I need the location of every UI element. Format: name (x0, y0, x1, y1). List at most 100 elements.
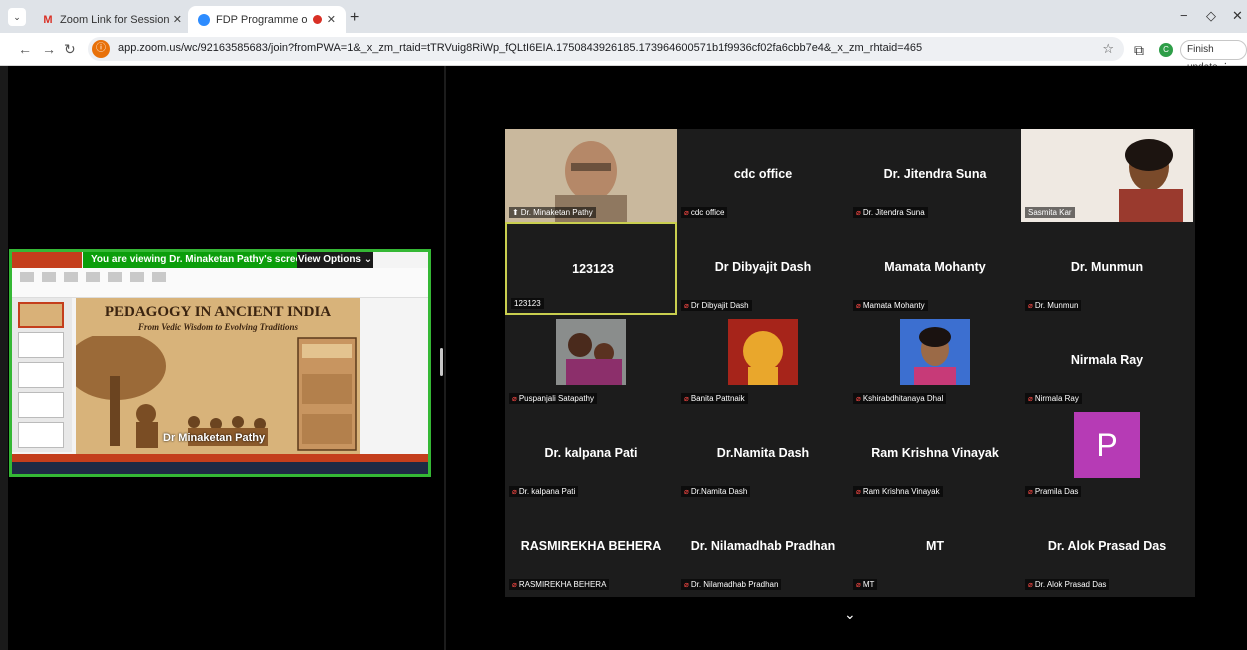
muted-mic-icon: ⌀ (512, 580, 517, 589)
chevron-down-icon[interactable]: ⌄ (844, 606, 856, 623)
participant-tile[interactable]: Dr. Munmun ⌀ Dr. Munmun (1021, 222, 1193, 315)
recording-indicator-icon (312, 15, 322, 24)
muted-mic-icon: ⌀ (512, 487, 517, 496)
windows-taskbar (12, 462, 428, 474)
restore-button[interactable]: ◇ (1206, 8, 1216, 24)
participant-tile[interactable]: MT ⌀ MT (849, 501, 1021, 594)
participant-name-label: ⌀ Nirmala Ray (1025, 393, 1082, 404)
resize-handle[interactable] (440, 348, 443, 376)
slide-thumbnail[interactable] (18, 302, 64, 328)
extensions-icon[interactable]: ⧉ (1134, 42, 1144, 59)
participant-tile[interactable]: P ⌀ Pramila Das (1021, 408, 1193, 501)
participant-tile[interactable]: RASMIREKHA BEHERA ⌀ RASMIREKHA BEHERA (505, 501, 677, 594)
browser-toolbar: ← → ↻ ⓘ app.zoom.us/wc/92163585683/join?… (0, 33, 1247, 73)
participant-tile[interactable]: ⌀ Kshirabdhitanaya Dhal (849, 315, 1021, 408)
ganesha-photo (728, 319, 798, 385)
slide-thumbnail[interactable] (18, 362, 64, 388)
shared-screen[interactable]: You are viewing Dr. Minaketan Pathy's sc… (9, 249, 431, 477)
participant-name-label: Sasmita Kar (1025, 207, 1075, 218)
zoom-icon (198, 13, 210, 26)
muted-mic-icon: ⌀ (512, 394, 517, 403)
participant-tile[interactable]: Dr Dibyajit Dash ⌀ Dr Dibyajit Dash (677, 222, 849, 315)
participant-label-text: Dr. Alok Prasad Das (1034, 580, 1107, 589)
site-info-icon[interactable]: ⓘ (92, 40, 110, 58)
profile-avatar[interactable]: C (1159, 43, 1173, 57)
slide-title: PEDAGOGY IN ANCIENT INDIA (104, 304, 332, 320)
muted-mic-icon: ⌀ (684, 394, 689, 403)
slides-thumbnail-panel (12, 298, 72, 452)
view-options-button[interactable]: View Options ⌄ (297, 252, 373, 268)
participant-display-name: Dr. Jitendra Suna (883, 167, 987, 181)
muted-mic-icon: ⌀ (856, 208, 861, 217)
participant-tile[interactable]: Sasmita Kar (1021, 129, 1193, 222)
participant-tile[interactable]: Dr.Namita Dash ⌀ Dr.Namita Dash (677, 408, 849, 501)
close-icon[interactable]: ✕ (327, 13, 336, 26)
presenter-watermark: Dr Minaketan Pathy (163, 432, 266, 444)
participant-tile[interactable]: 123123 123123 (505, 222, 677, 315)
participant-label-text: Pramila Das (1034, 487, 1079, 496)
address-bar[interactable]: ⓘ app.zoom.us/wc/92163585683/join?fromPW… (88, 37, 1124, 61)
participant-tile[interactable]: Mamata Mohanty ⌀ Mamata Mohanty (849, 222, 1021, 315)
slide-thumbnail[interactable] (18, 332, 64, 358)
finish-update-button[interactable]: Finish update ⋮ (1180, 40, 1247, 73)
viewing-banner-text: You are viewing Dr. Minaketan Pathy's sc… (91, 254, 308, 265)
participant-display-name: RASMIREKHA BEHERA (520, 539, 662, 553)
close-icon[interactable]: ✕ (173, 13, 182, 26)
participant-label-text: cdc office (690, 208, 725, 217)
participant-name-label: ⌀ Puspanjali Satapathy (509, 393, 597, 404)
participant-tile[interactable]: Dr. kalpana Pati ⌀ Dr. kalpana Pati (505, 408, 677, 501)
participant-label-text: Dr.Namita Dash (690, 487, 748, 496)
participant-tile[interactable]: ⌀ Puspanjali Satapathy (505, 315, 677, 408)
participant-label-text: RASMIREKHA BEHERA (518, 580, 607, 589)
participant-tile[interactable]: cdc office ⌀ cdc office (677, 129, 849, 222)
pin-icon: ⬆ (512, 208, 519, 217)
tab-search-icon[interactable]: ⌄ (8, 8, 26, 26)
participant-display-name: Dr. Nilamadhab Pradhan (690, 539, 836, 553)
reload-button[interactable]: ↻ (64, 41, 76, 58)
participant-name-label: ⌀ Mamata Mohanty (853, 300, 928, 311)
minimize-button[interactable]: − (1180, 8, 1188, 23)
powerpoint-ribbon (12, 252, 428, 298)
muted-mic-icon: ⌀ (1028, 394, 1033, 403)
participant-tile[interactable]: Ram Krishna Vinayak ⌀ Ram Krishna Vinayak (849, 408, 1021, 501)
muted-mic-icon: ⌀ (684, 487, 689, 496)
forward-button[interactable]: → (42, 41, 56, 57)
ribbon-button (108, 272, 122, 282)
participant-name-label: ⌀ Dr. Nilamadhab Pradhan (681, 579, 782, 590)
participant-label-text: Dr. Munmun (1034, 301, 1079, 310)
participant-label-text: Dr Dibyajit Dash (690, 301, 749, 310)
muted-mic-icon: ⌀ (1028, 301, 1033, 310)
participant-name-label: ⌀ Pramila Das (1025, 486, 1082, 497)
participant-label-text: Dr. kalpana Pati (518, 487, 576, 496)
participant-display-name: Dr. Alok Prasad Das (1047, 539, 1167, 553)
slide-thumbnail[interactable] (18, 422, 64, 448)
muted-mic-icon: ⌀ (856, 580, 861, 589)
panel-divider (444, 66, 446, 650)
window-close-button[interactable]: ✕ (1232, 8, 1243, 24)
slide-subtitle: From Vedic Wisdom to Evolving Traditions (138, 322, 298, 332)
back-button[interactable]: ← (18, 41, 32, 57)
participant-tile[interactable]: Dr. Nilamadhab Pradhan ⌀ Dr. Nilamadhab Pr… (677, 501, 849, 594)
participant-name-label: ⌀ Ram Krishna Vinayak (853, 486, 943, 497)
participant-display-name: cdc office (733, 167, 793, 181)
new-tab-button[interactable]: + (350, 9, 359, 27)
ribbon-button (42, 272, 56, 282)
participant-tile[interactable]: ⌀ Banita Pattnaik (677, 315, 849, 408)
participant-tile[interactable]: Dr. Jitendra Suna ⌀ Dr. Jitendra Suna (849, 129, 1021, 222)
family-photo (556, 319, 626, 385)
participant-display-name: Dr Dibyajit Dash (714, 260, 812, 274)
tab-gmail[interactable]: M Zoom Link for Session starting ✕ (32, 6, 192, 33)
participant-tile[interactable]: Dr. Alok Prasad Das ⌀ Dr. Alok Prasad Das (1021, 501, 1193, 594)
tab-title: Zoom Link for Session starting (60, 13, 173, 26)
powerpoint-status-bar (12, 454, 428, 462)
slide-thumbnail[interactable] (18, 392, 64, 418)
participant-label-text: MT (862, 580, 875, 589)
zoom-meeting-area: You are viewing Dr. Minaketan Pathy's sc… (8, 66, 1247, 650)
participant-tile[interactable]: ⬆ Dr. Minaketan Pathy (505, 129, 677, 222)
bookmark-star-icon[interactable]: ☆ (1102, 41, 1114, 57)
gmail-icon: M (43, 13, 53, 26)
muted-mic-icon: ⌀ (684, 580, 689, 589)
tab-zoom[interactable]: FDP Programme on "Integr ✕ (188, 6, 346, 33)
ribbon-tabs (12, 252, 82, 268)
participant-tile[interactable]: Nirmala Ray ⌀ Nirmala Ray (1021, 315, 1193, 408)
